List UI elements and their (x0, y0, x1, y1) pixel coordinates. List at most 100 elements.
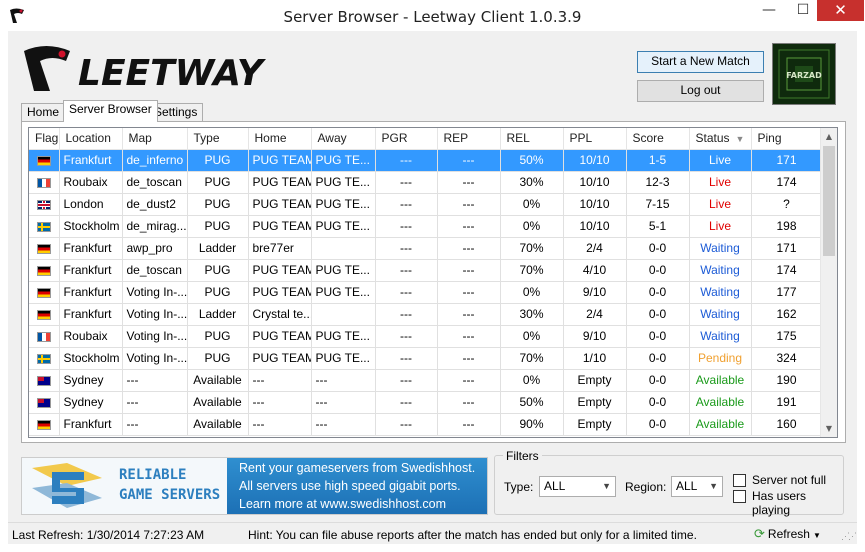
ppl-cell: 10/10 (563, 171, 627, 194)
has-users-playing-label[interactable]: Has users playing (752, 489, 843, 517)
start-new-match-button[interactable]: Start a New Match (637, 51, 764, 73)
rel-cell: 0% (500, 369, 564, 392)
chevron-down-icon: ▼ (602, 481, 611, 491)
ppl-cell: 4/10 (563, 259, 627, 282)
table-row[interactable]: Roubaix de_toscan PUG PUG TEAM PUG TE... --- -… (29, 171, 823, 194)
ppl-cell: 2/4 (563, 303, 627, 326)
column-header-rel[interactable]: REL (500, 128, 564, 150)
pgr-cell: --- (375, 413, 438, 436)
column-header-score[interactable]: Score (626, 128, 690, 150)
server-list[interactable]: Flag Location Map Type Home Away PGR REP REL PPL S… (28, 127, 838, 438)
away-cell: --- (311, 369, 376, 392)
tab-server-browser[interactable]: Server Browser (63, 100, 158, 122)
table-row[interactable]: Sydney --- Available --- --- --- --- 0% Empty 0-0… (29, 369, 823, 392)
avatar-image: FARZAD (773, 44, 835, 104)
ppl-cell: 9/10 (563, 325, 627, 348)
type-dropdown[interactable]: ALL ▼ (539, 476, 616, 497)
rep-cell: --- (437, 391, 501, 414)
table-row[interactable]: Stockholm de_mirag... PUG PUG TEAM PUG TE...… (29, 215, 823, 238)
flag-de-icon (36, 287, 51, 298)
table-row[interactable]: Frankfurt --- Available --- --- --- --- 90% Empt… (29, 413, 823, 436)
flag-cell (29, 193, 60, 216)
column-header-flag[interactable]: Flag (29, 128, 60, 150)
ping-cell: 324 (751, 347, 823, 370)
home-cell: PUG TEAM (248, 347, 312, 370)
home-cell: PUG TEAM (248, 149, 312, 172)
column-header-ppl[interactable]: PPL (563, 128, 627, 150)
logout-button[interactable]: Log out (637, 80, 764, 102)
column-header-label: REL (506, 131, 530, 146)
flag-cell (29, 347, 60, 370)
column-header-pgr[interactable]: PGR (375, 128, 438, 150)
status-cell: Live (689, 149, 752, 172)
column-header-status[interactable]: Status ▼ (689, 128, 752, 150)
type-cell: PUG (187, 347, 249, 370)
has-users-playing-checkbox[interactable] (733, 490, 746, 503)
ping-cell: ? (751, 193, 823, 216)
title-bar: Server Browser - Leetway Client 1.0.3.9 … (0, 0, 865, 31)
minimize-button[interactable]: — (752, 0, 786, 21)
server-not-full-checkbox[interactable] (733, 474, 746, 487)
resize-grip-icon[interactable]: ⋰⋰ (841, 531, 857, 542)
close-button[interactable]: ✕ (817, 0, 864, 21)
region-dropdown[interactable]: ALL ▼ (671, 476, 723, 497)
type-cell: Ladder (187, 237, 249, 260)
table-row[interactable]: Roubaix Voting In-... PUG PUG TEAM PUG TE...… (29, 325, 823, 348)
status-cell: Waiting (689, 325, 752, 348)
last-refresh-text: Last Refresh: 1/30/2014 7:27:23 AM (12, 528, 205, 542)
table-row[interactable]: Frankfurt de_toscan PUG PUG TEAM PUG TE... --… (29, 259, 823, 282)
scroll-up-arrow-icon[interactable]: ▲ (821, 128, 837, 145)
location-cell: Roubaix (59, 325, 123, 348)
away-cell: --- (311, 413, 376, 436)
table-row[interactable]: Stockholm Voting In-... PUG PUG TEAM PUG TE.… (29, 347, 823, 370)
pgr-cell: --- (375, 369, 438, 392)
away-cell: --- (311, 391, 376, 414)
logo-wordmark: LEETWAY (78, 53, 267, 94)
chevron-down-icon: ▼ (709, 481, 718, 491)
map-cell: Voting In-... (122, 325, 188, 348)
column-header-map[interactable]: Map (122, 128, 188, 150)
tab-home[interactable]: Home (21, 103, 66, 122)
scroll-down-arrow-icon[interactable]: ▼ (821, 420, 837, 437)
home-cell: PUG TEAM (248, 193, 312, 216)
swedishhost-banner[interactable]: RELIABLE GAME SERVERS Rent your gameserv… (21, 457, 488, 515)
scroll-thumb[interactable] (823, 146, 835, 256)
column-header-location[interactable]: Location (59, 128, 123, 150)
table-row[interactable]: Frankfurt Voting In-... PUG PUG TEAM PUG TE.… (29, 281, 823, 304)
table-row[interactable]: Frankfurt awp_pro Ladder bre77er --- --- 70% 2/… (29, 237, 823, 260)
vertical-scrollbar[interactable]: ▲ ▼ (820, 128, 837, 437)
banner-link[interactable]: Learn more at www.swedishhost.com (239, 497, 446, 511)
location-cell: Roubaix (59, 171, 123, 194)
refresh-icon: ⟳ (754, 526, 765, 541)
table-row[interactable]: Sydney --- Available --- --- --- --- 50% Empty 0-… (29, 391, 823, 414)
status-cell: Pending (689, 347, 752, 370)
ping-cell: 171 (751, 149, 823, 172)
dropdown-arrow-icon[interactable]: ▼ (813, 531, 821, 540)
refresh-button[interactable]: ⟳ Refresh ▼ (754, 525, 821, 543)
table-body: Frankfurt de_inferno PUG PUG TEAM PUG TE... -… (29, 149, 823, 436)
filters-legend: Filters (503, 449, 542, 463)
column-header-home[interactable]: Home (248, 128, 312, 150)
table-row[interactable]: Frankfurt Voting In-... Ladder Crystal te..… (29, 303, 823, 326)
server-not-full-label[interactable]: Server not full (752, 473, 826, 487)
map-cell: de_mirag... (122, 215, 188, 238)
flag-cell (29, 259, 60, 282)
maximize-button[interactable]: ☐ (786, 0, 820, 21)
map-cell: de_toscan (122, 171, 188, 194)
banner-logo: RELIABLE GAME SERVERS (22, 458, 227, 514)
column-header-ping[interactable]: Ping (751, 128, 823, 150)
status-cell: Live (689, 193, 752, 216)
flag-cell (29, 281, 60, 304)
banner-line: Rent your gameservers from Swedishhost. (239, 461, 476, 475)
column-header-rep[interactable]: REP (437, 128, 501, 150)
column-header-away[interactable]: Away (311, 128, 376, 150)
type-cell: PUG (187, 149, 249, 172)
table-row[interactable]: London de_dust2 PUG PUG TEAM PUG TE... --- ---… (29, 193, 823, 216)
table-row[interactable]: Frankfurt de_inferno PUG PUG TEAM PUG TE... -… (29, 149, 823, 172)
column-header-label: PGR (381, 131, 408, 146)
pgr-cell: --- (375, 149, 438, 172)
ppl-cell: Empty (563, 391, 627, 414)
column-header-type[interactable]: Type (187, 128, 249, 150)
home-cell: --- (248, 413, 312, 436)
status-cell: Waiting (689, 303, 752, 326)
